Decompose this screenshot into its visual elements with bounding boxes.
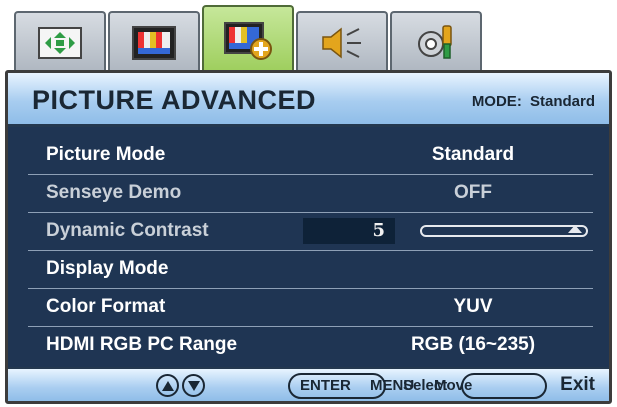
setting-label: Dynamic Contrast bbox=[46, 220, 209, 241]
dynamic-contrast-value: 5 bbox=[303, 218, 395, 244]
menu-tabs bbox=[14, 5, 494, 75]
up-down-keys bbox=[156, 374, 205, 397]
menu-header: PICTURE ADVANCED MODE: Standard bbox=[8, 73, 609, 127]
setting-label: Display Mode bbox=[46, 258, 169, 279]
setting-label: HDMI RGB PC Range bbox=[46, 334, 238, 355]
setting-label: Picture Mode bbox=[46, 144, 166, 165]
setting-value: RGB (16~235) bbox=[410, 334, 536, 355]
picture-icon bbox=[132, 26, 176, 60]
setting-senseye-demo[interactable]: Senseye Demo OFF bbox=[28, 175, 593, 213]
osd-panel: PICTURE ADVANCED MODE: Standard Picture … bbox=[5, 70, 612, 404]
setting-picture-mode[interactable]: Picture Mode Standard bbox=[28, 137, 593, 175]
footer-hints: ENTER MENU Select Move Exit bbox=[8, 367, 609, 401]
setting-color-format[interactable]: Color Format YUV bbox=[28, 289, 593, 327]
mode-value: Standard bbox=[529, 93, 595, 110]
mode-label: MODE: bbox=[471, 93, 522, 110]
slider-thumb[interactable] bbox=[568, 225, 582, 233]
setting-display-mode[interactable]: Display Mode bbox=[28, 251, 593, 289]
setting-dynamic-contrast[interactable]: Dynamic Contrast 5 bbox=[28, 213, 593, 251]
setting-label: Senseye Demo bbox=[46, 182, 182, 203]
setting-hdmi-rgb-pc-range[interactable]: HDMI RGB PC Range RGB (16~235) bbox=[28, 327, 593, 365]
down-arrow-icon bbox=[182, 374, 205, 397]
setting-value: Standard bbox=[431, 144, 515, 165]
exit-hint: Exit bbox=[560, 374, 595, 395]
display-settings-icon bbox=[38, 27, 82, 59]
dynamic-contrast-slider[interactable] bbox=[420, 225, 588, 237]
up-arrow-icon bbox=[156, 374, 179, 397]
page-title: PICTURE ADVANCED bbox=[32, 85, 317, 115]
tab-system[interactable] bbox=[390, 11, 482, 73]
audio-icon bbox=[322, 27, 361, 59]
picture-advanced-icon bbox=[224, 22, 272, 60]
tab-display[interactable] bbox=[14, 11, 106, 73]
tab-audio[interactable] bbox=[296, 11, 388, 73]
system-icon bbox=[418, 25, 452, 59]
slider-fill bbox=[422, 227, 586, 235]
mode-indicator: MODE: Standard bbox=[472, 93, 595, 110]
move-key-pill bbox=[461, 373, 547, 399]
setting-value: OFF bbox=[454, 182, 492, 203]
setting-label: Color Format bbox=[46, 296, 166, 317]
tab-picture[interactable] bbox=[108, 11, 200, 73]
settings-list: Picture Mode Standard Senseye Demo OFF D… bbox=[28, 137, 593, 365]
setting-value: YUV bbox=[453, 296, 493, 317]
tab-picture-advanced[interactable] bbox=[202, 5, 294, 75]
